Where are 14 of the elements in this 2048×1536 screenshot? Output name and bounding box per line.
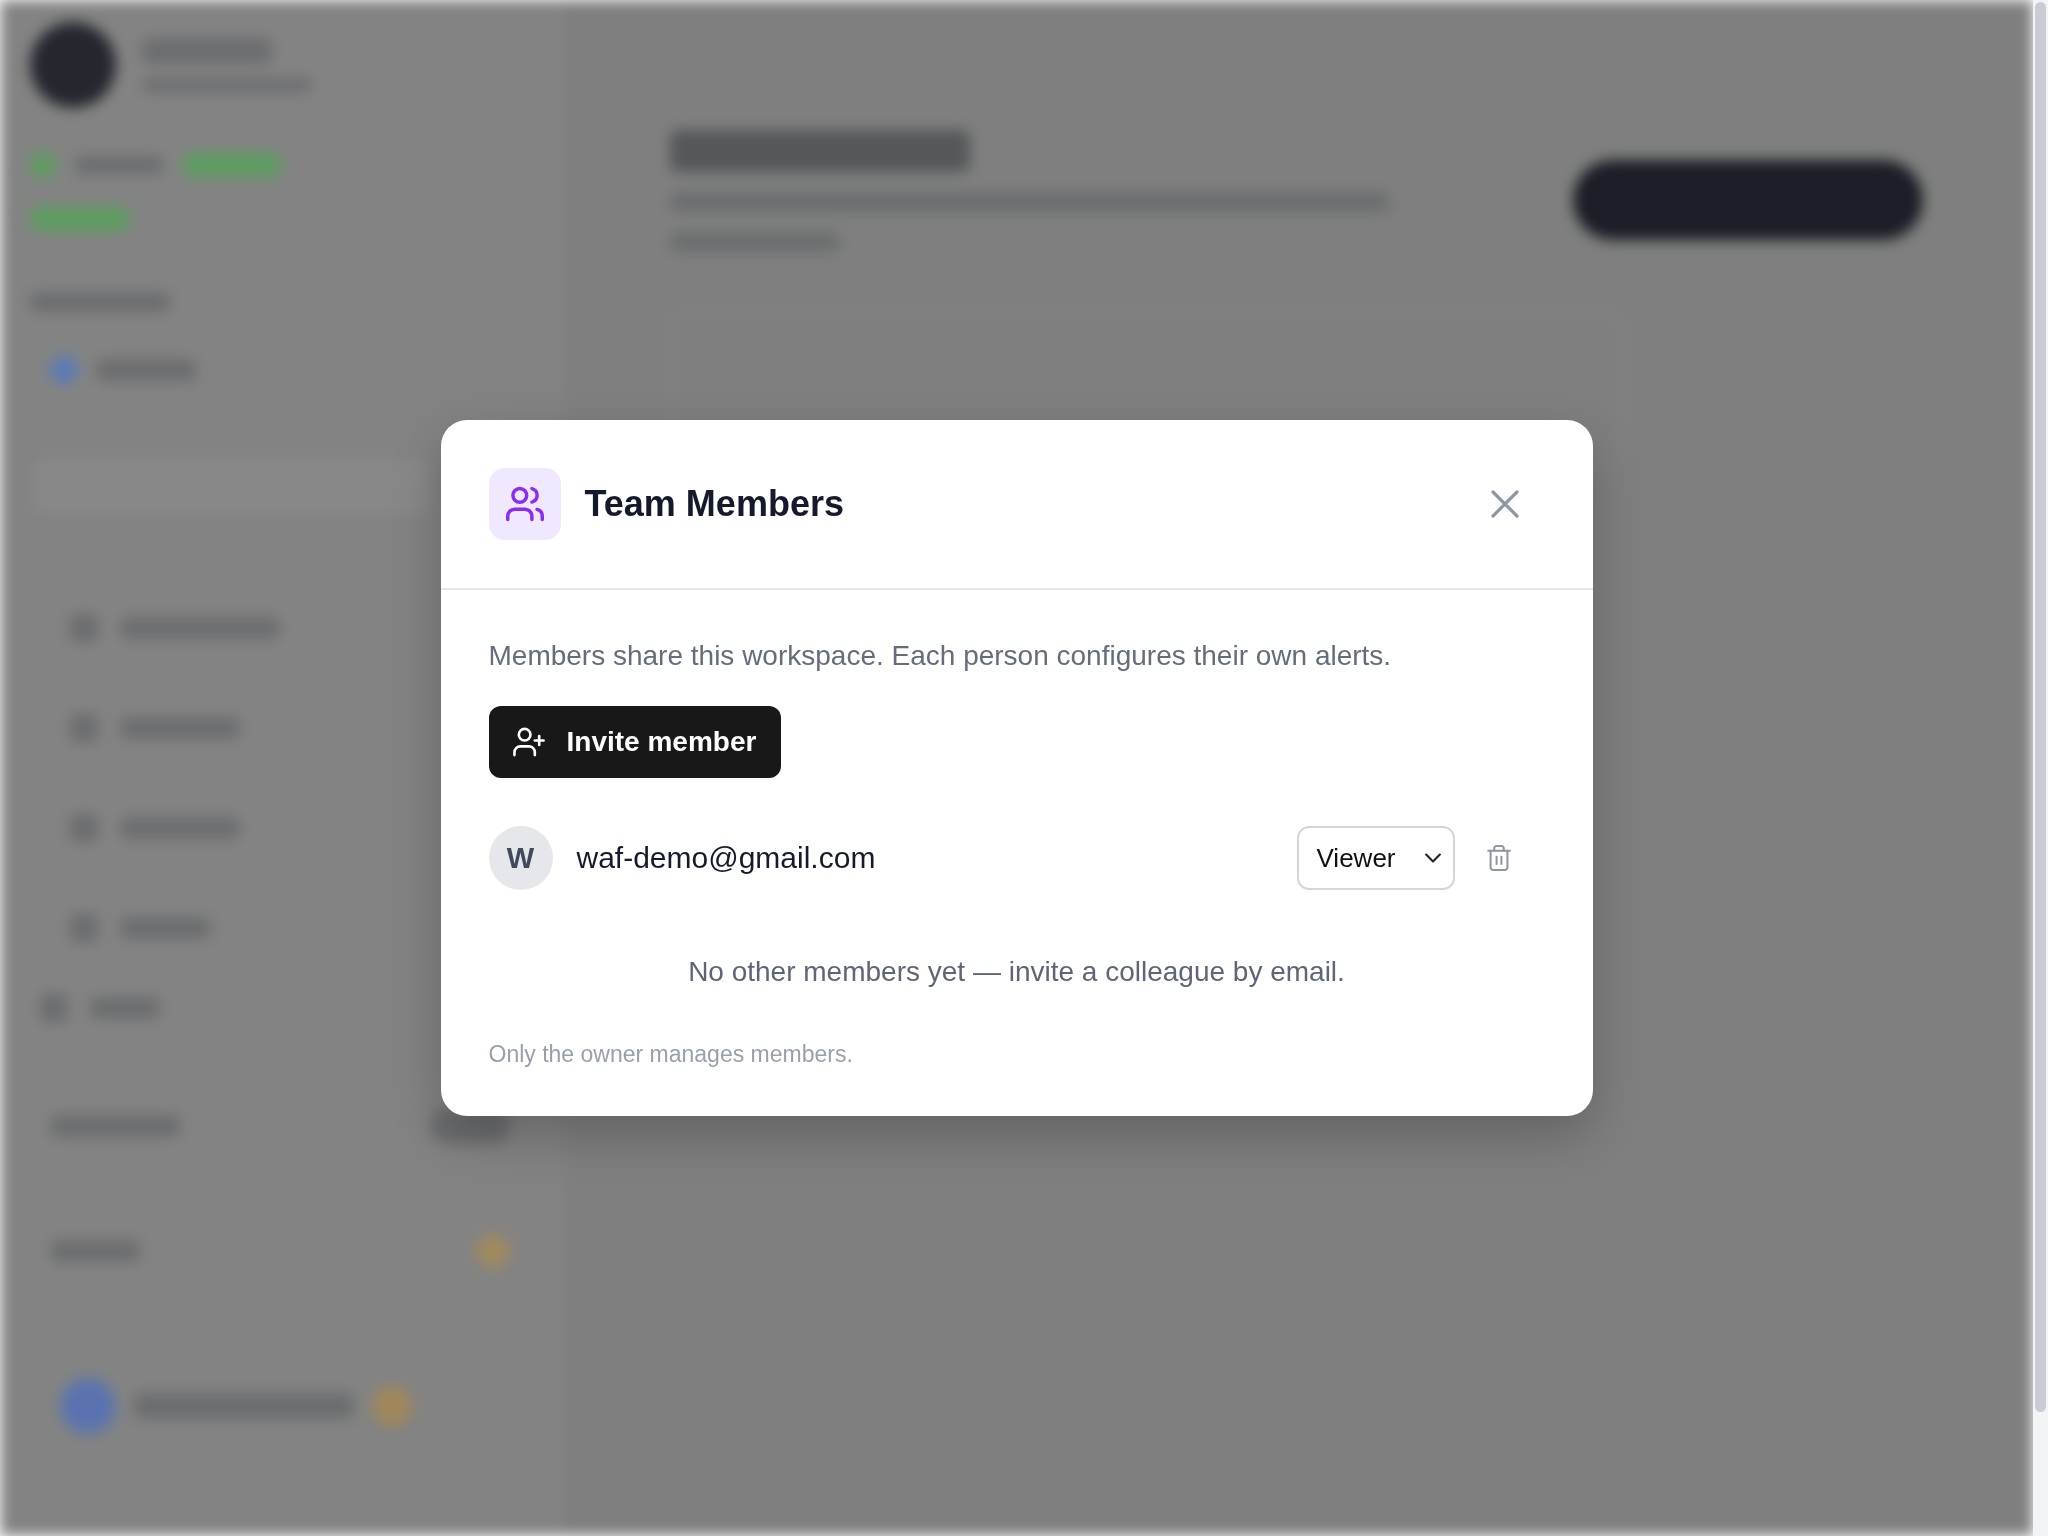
- member-email: waf-demo@gmail.com: [576, 841, 877, 875]
- member-avatar: W: [488, 826, 553, 890]
- dialog-description: Members share this workspace. Each person configures their own alerts.: [488, 639, 1393, 673]
- close-icon[interactable]: [1490, 490, 1519, 518]
- chevron-down-icon: [1424, 853, 1441, 863]
- owner-note: Only the owner manages members.: [488, 1040, 854, 1069]
- users-icon: [488, 468, 561, 540]
- role-dropdown[interactable]: Viewer: [1296, 826, 1455, 890]
- scrollbar[interactable]: [2033, 0, 2048, 1536]
- trash-icon[interactable]: [1486, 843, 1511, 873]
- empty-members-message: No other members yet — invite a colleague by email.: [687, 955, 1346, 989]
- dialog-title: Team Members: [584, 483, 845, 525]
- invite-member-button[interactable]: Invite member: [488, 706, 782, 778]
- user-plus-icon: [512, 727, 545, 757]
